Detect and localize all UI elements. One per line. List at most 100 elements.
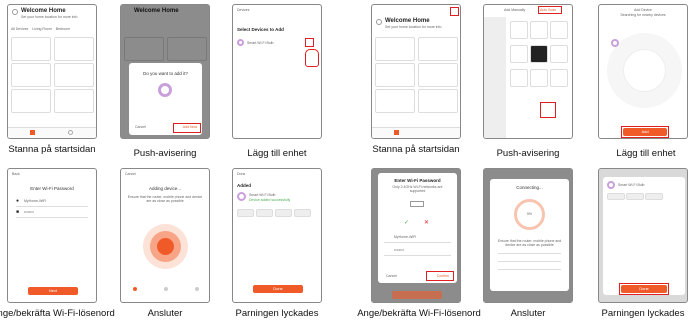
product-tile[interactable] xyxy=(550,21,568,39)
check-icon: ✓ xyxy=(404,220,410,226)
product-tile[interactable] xyxy=(550,69,568,87)
step-dot xyxy=(195,287,199,291)
product-tile[interactable] xyxy=(550,45,568,63)
divider xyxy=(16,217,88,218)
caption: Push-avisering xyxy=(496,148,560,159)
wifi-title: Enter Wi-Fi Password xyxy=(394,178,441,183)
header: Devices xyxy=(237,8,250,12)
next-label: Next xyxy=(48,288,58,293)
right-home-screen: Welcome Home Set your home location for … xyxy=(371,4,461,139)
home-subtitle: Set your home location for more info xyxy=(21,15,78,19)
progress-percent: 5% xyxy=(526,212,533,216)
divider xyxy=(498,261,561,262)
bulb-icon xyxy=(237,39,244,46)
highlight-box xyxy=(540,102,556,118)
room-chip[interactable] xyxy=(256,209,273,217)
divider xyxy=(16,206,88,207)
product-tile[interactable] xyxy=(510,21,528,39)
add-device-dialog: Do you want to add it? Cancel Add Now xyxy=(129,63,202,135)
cancel-link[interactable]: Cancel xyxy=(125,172,136,176)
device-card[interactable] xyxy=(375,63,415,87)
caption: Stanna på startsidan xyxy=(372,144,460,155)
home-title: Welcome Home xyxy=(21,8,66,14)
me-tab-icon[interactable] xyxy=(68,130,73,135)
bulb-icon xyxy=(237,192,246,201)
product-tile[interactable] xyxy=(530,21,548,39)
product-tile[interactable] xyxy=(510,45,528,63)
device-card[interactable] xyxy=(375,89,415,113)
product-tile[interactable] xyxy=(530,45,548,63)
add-button[interactable] xyxy=(305,38,314,47)
highlight-box xyxy=(173,123,201,133)
device-card[interactable] xyxy=(54,63,94,87)
room-chip[interactable] xyxy=(237,209,254,217)
cancel-button[interactable]: Cancel xyxy=(135,125,146,129)
home-tab-icon[interactable] xyxy=(30,130,35,135)
add-icon[interactable] xyxy=(450,7,459,16)
bottom-nav xyxy=(372,127,460,138)
header: Done xyxy=(237,172,246,176)
room-chip[interactable] xyxy=(645,193,663,200)
divider xyxy=(498,269,561,270)
cancel-button[interactable]: Cancel xyxy=(386,274,397,278)
tab-bedroom[interactable]: Bedroom xyxy=(56,27,70,31)
highlight-box xyxy=(619,283,669,295)
device-card[interactable] xyxy=(54,37,94,61)
router-icon xyxy=(410,201,424,207)
product-tile[interactable] xyxy=(510,69,528,87)
caption: Parningen lyckades xyxy=(601,308,685,319)
device-card[interactable] xyxy=(11,89,51,113)
tab-living[interactable]: Living Room xyxy=(32,27,51,31)
next-button xyxy=(392,291,442,299)
divider xyxy=(384,255,451,256)
caption: Push-avisering xyxy=(133,148,197,159)
home-tab-icon[interactable] xyxy=(394,130,399,135)
connecting-title: Adding device... xyxy=(148,186,182,191)
ssid-field[interactable]: MyHome-WiFi xyxy=(394,235,416,239)
room-chip[interactable] xyxy=(626,193,644,200)
add-title: Select Devices to Add xyxy=(237,27,284,32)
device-card[interactable] xyxy=(418,37,458,61)
scan-subtitle: Searching for nearby devices xyxy=(620,13,666,17)
bottom-nav xyxy=(8,127,96,138)
divider xyxy=(498,253,561,254)
left-wifi-screen: Back Enter Wi-Fi Password ● MyHome-WiFi … xyxy=(7,168,97,303)
sun-icon xyxy=(376,19,382,25)
category-sidebar xyxy=(484,17,506,138)
highlight-box xyxy=(426,271,454,281)
home-title: Welcome Home xyxy=(385,18,430,24)
hand-pointer-icon xyxy=(305,49,319,67)
device-card[interactable] xyxy=(418,63,458,87)
sun-icon xyxy=(12,9,18,15)
device-card[interactable] xyxy=(11,63,51,87)
caption: Parningen lyckades xyxy=(235,308,319,319)
device-card[interactable] xyxy=(418,89,458,113)
cross-icon: ✕ xyxy=(424,220,430,226)
device-card[interactable] xyxy=(54,89,94,113)
bulb-icon xyxy=(607,181,615,189)
lock-icon: ■ xyxy=(16,209,20,215)
done-button[interactable]: Done xyxy=(253,285,303,293)
caption: Lägg till enhet xyxy=(616,148,676,159)
device-card[interactable] xyxy=(11,37,51,61)
back-link[interactable]: Back xyxy=(12,172,20,176)
caption: Ansluter xyxy=(147,308,183,319)
cloud-icon xyxy=(157,238,174,255)
step-dot xyxy=(164,287,168,291)
tab-all[interactable]: All Devices xyxy=(11,27,28,31)
device-card[interactable] xyxy=(375,37,415,61)
tab-manual[interactable]: Add Manually xyxy=(504,8,525,12)
room-chip[interactable] xyxy=(275,209,292,217)
header: Add Device xyxy=(634,8,652,12)
password-field[interactable]: •••••••• xyxy=(24,210,34,214)
room-chip[interactable] xyxy=(607,193,625,200)
left-connecting-screen: Cancel Adding device... Ensure that the … xyxy=(120,168,210,303)
product-tile[interactable] xyxy=(530,69,548,87)
password-field[interactable]: •••••••• xyxy=(394,248,404,252)
home-subtitle: Set your home location for more info xyxy=(385,25,442,29)
ssid-field[interactable]: MyHome-WiFi xyxy=(24,199,46,203)
left-add-screen: Devices Select Devices to Add Smart Wi-F… xyxy=(232,4,322,139)
next-button[interactable]: Next xyxy=(28,287,78,295)
room-chip[interactable] xyxy=(294,209,311,217)
wifi-dialog: Enter Wi-Fi Password Only 2.4GHz Wi-Fi n… xyxy=(378,173,457,283)
